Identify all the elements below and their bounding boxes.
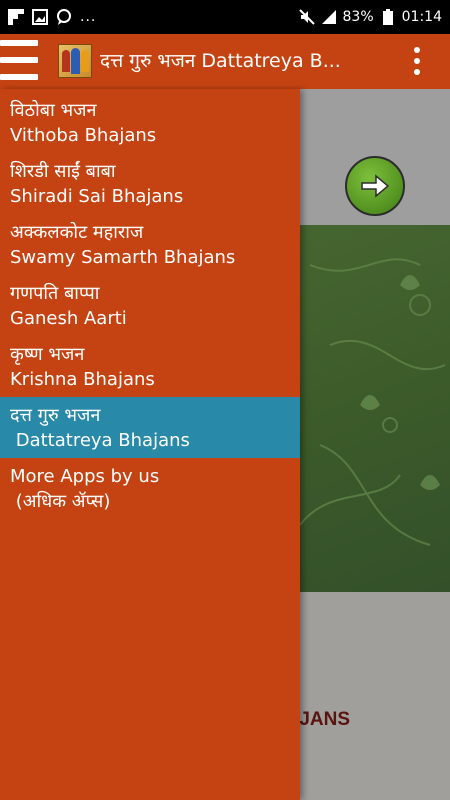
nav-item-label-english: Ganesh Aarti <box>10 308 127 329</box>
nav-item-ganesh-aarti[interactable]: गणपति बाप्पा Ganesh Aarti <box>0 275 300 336</box>
nav-item-krishna[interactable]: कृष्ण भजन Krishna Bhajans <box>0 336 300 397</box>
status-bar: ... 83% 01:14 <box>0 0 450 34</box>
nav-item-more-apps[interactable]: More Apps by us (अधिक ॲप्स) <box>0 458 300 519</box>
nav-item-label-english: Swamy Samarth Bhajans <box>10 247 236 268</box>
signal-icon <box>321 9 337 25</box>
nav-item-label-english: Vithoba Bhajans <box>10 125 157 146</box>
next-arrow-button[interactable] <box>345 156 405 216</box>
chat-notification-icon <box>56 9 72 25</box>
nav-item-swamy-samarth[interactable]: अक्कलकोट महाराज Swamy Samarth Bhajans <box>0 214 300 275</box>
mute-icon <box>298 9 315 25</box>
arrow-right-icon <box>361 174 390 198</box>
nav-item-label-english: Krishna Bhajans <box>10 369 155 390</box>
hamburger-menu-icon[interactable] <box>0 36 38 86</box>
flipboard-notification-icon <box>8 9 24 25</box>
app-logo-icon <box>58 44 92 78</box>
app-bar: दत्त गुरु भजन Dattatreya B... <box>0 34 450 89</box>
partial-heading: JANS <box>299 709 350 730</box>
nav-item-label-hindi: कृष्ण भजन <box>10 344 85 365</box>
battery-icon <box>380 9 396 25</box>
nav-item-label-hindi: विठोबा भजन <box>10 100 97 121</box>
overflow-menu-icon[interactable] <box>414 47 420 75</box>
app-title: दत्त गुरु भजन Dattatreya B... <box>100 50 341 72</box>
navigation-drawer: विठोबा भजन Vithoba Bhajans शिरडी साईं बा… <box>0 89 300 800</box>
nav-item-label-english: Dattatreya Bhajans <box>10 430 190 451</box>
nav-item-vithoba[interactable]: विठोबा भजन Vithoba Bhajans <box>0 92 300 153</box>
nav-item-label-hindi: (अधिक ॲप्स) <box>10 491 111 512</box>
battery-percent: 83% <box>342 9 374 25</box>
nav-item-label-english: More Apps by us <box>10 466 160 487</box>
nav-item-dattatreya[interactable]: दत्त गुरु भजन Dattatreya Bhajans <box>0 397 300 458</box>
nav-item-label-hindi: शिरडी साईं बाबा <box>10 161 116 182</box>
image-notification-icon <box>32 9 48 25</box>
nav-item-shiradi-sai[interactable]: शिरडी साईं बाबा Shiradi Sai Bhajans <box>0 153 300 214</box>
nav-item-label-hindi: अक्कलकोट महाराज <box>10 222 144 243</box>
nav-item-label-english: Shiradi Sai Bhajans <box>10 186 184 207</box>
nav-item-label-hindi: गणपति बाप्पा <box>10 283 100 304</box>
clock-time: 01:14 <box>401 9 442 25</box>
nav-item-label-hindi: दत्त गुरु भजन <box>10 405 101 426</box>
more-notifications-indicator: ... <box>80 9 97 25</box>
